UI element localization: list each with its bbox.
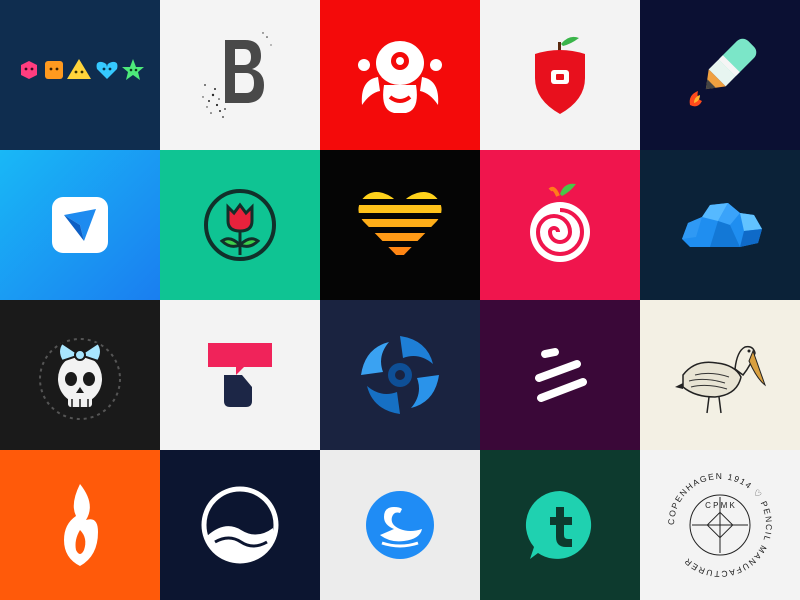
tile-speech-t[interactable] [160, 300, 320, 450]
tile-smiley-shapes[interactable] [0, 0, 160, 150]
tile-paper-plane[interactable] [0, 150, 160, 300]
tile-shark-vortex[interactable] [320, 300, 480, 450]
tile-poly-cloud[interactable] [640, 150, 800, 300]
tile-octopus[interactable] [320, 0, 480, 150]
rose-badge-icon [204, 189, 276, 261]
paper-plane-app-icon [52, 197, 108, 253]
shark-vortex-icon [361, 336, 439, 414]
pelican-engraving-icon [675, 345, 767, 414]
tile-rocket-pencil[interactable] [640, 0, 800, 150]
scattered-letter-b-icon [202, 32, 272, 118]
slanted-lines-mark-icon [535, 348, 587, 402]
tile-t-chat[interactable] [480, 450, 640, 600]
tile-pelican[interactable] [640, 300, 800, 450]
smiley-shapes-icon [21, 59, 144, 80]
swirl-fruit-icon [530, 183, 590, 262]
low-poly-cloud-icon [682, 203, 762, 247]
pencil-stamp-seal-icon: COPENHAGEN 1914 ♡ PENCIL MANUFACTURER C … [666, 471, 773, 579]
tile-wave-circle[interactable] [160, 450, 320, 600]
wave-circle-icon [201, 486, 279, 564]
tile-flame[interactable] [0, 450, 160, 600]
apple-shield-icon [535, 36, 585, 114]
tile-apple-shield[interactable] [480, 0, 640, 150]
tile-pencil-seal[interactable]: COPENHAGEN 1914 ♡ PENCIL MANUFACTURER C … [640, 450, 800, 600]
octopus-creature-icon [358, 41, 442, 113]
tile-swan-circle[interactable] [320, 450, 480, 600]
flame-icon [64, 484, 98, 566]
t-chat-bubble-icon [525, 490, 592, 559]
speech-bubble-t-icon [208, 343, 272, 407]
swan-circle-icon [366, 491, 434, 559]
tile-slanted-lines[interactable] [480, 300, 640, 450]
tile-rose-badge[interactable] [160, 150, 320, 300]
logo-grid: COPENHAGEN 1914 ♡ PENCIL MANUFACTURER C … [0, 0, 800, 600]
seal-initials: C P M K [705, 501, 735, 510]
striped-heart-icon [358, 192, 442, 255]
tile-swirl-fruit[interactable] [480, 150, 640, 300]
tile-striped-heart[interactable] [320, 150, 480, 300]
tile-scattered-b[interactable] [160, 0, 320, 150]
tile-skull-bow[interactable] [0, 300, 160, 450]
rocket-pencil-icon [689, 38, 757, 107]
skull-with-bow-icon [39, 338, 121, 420]
